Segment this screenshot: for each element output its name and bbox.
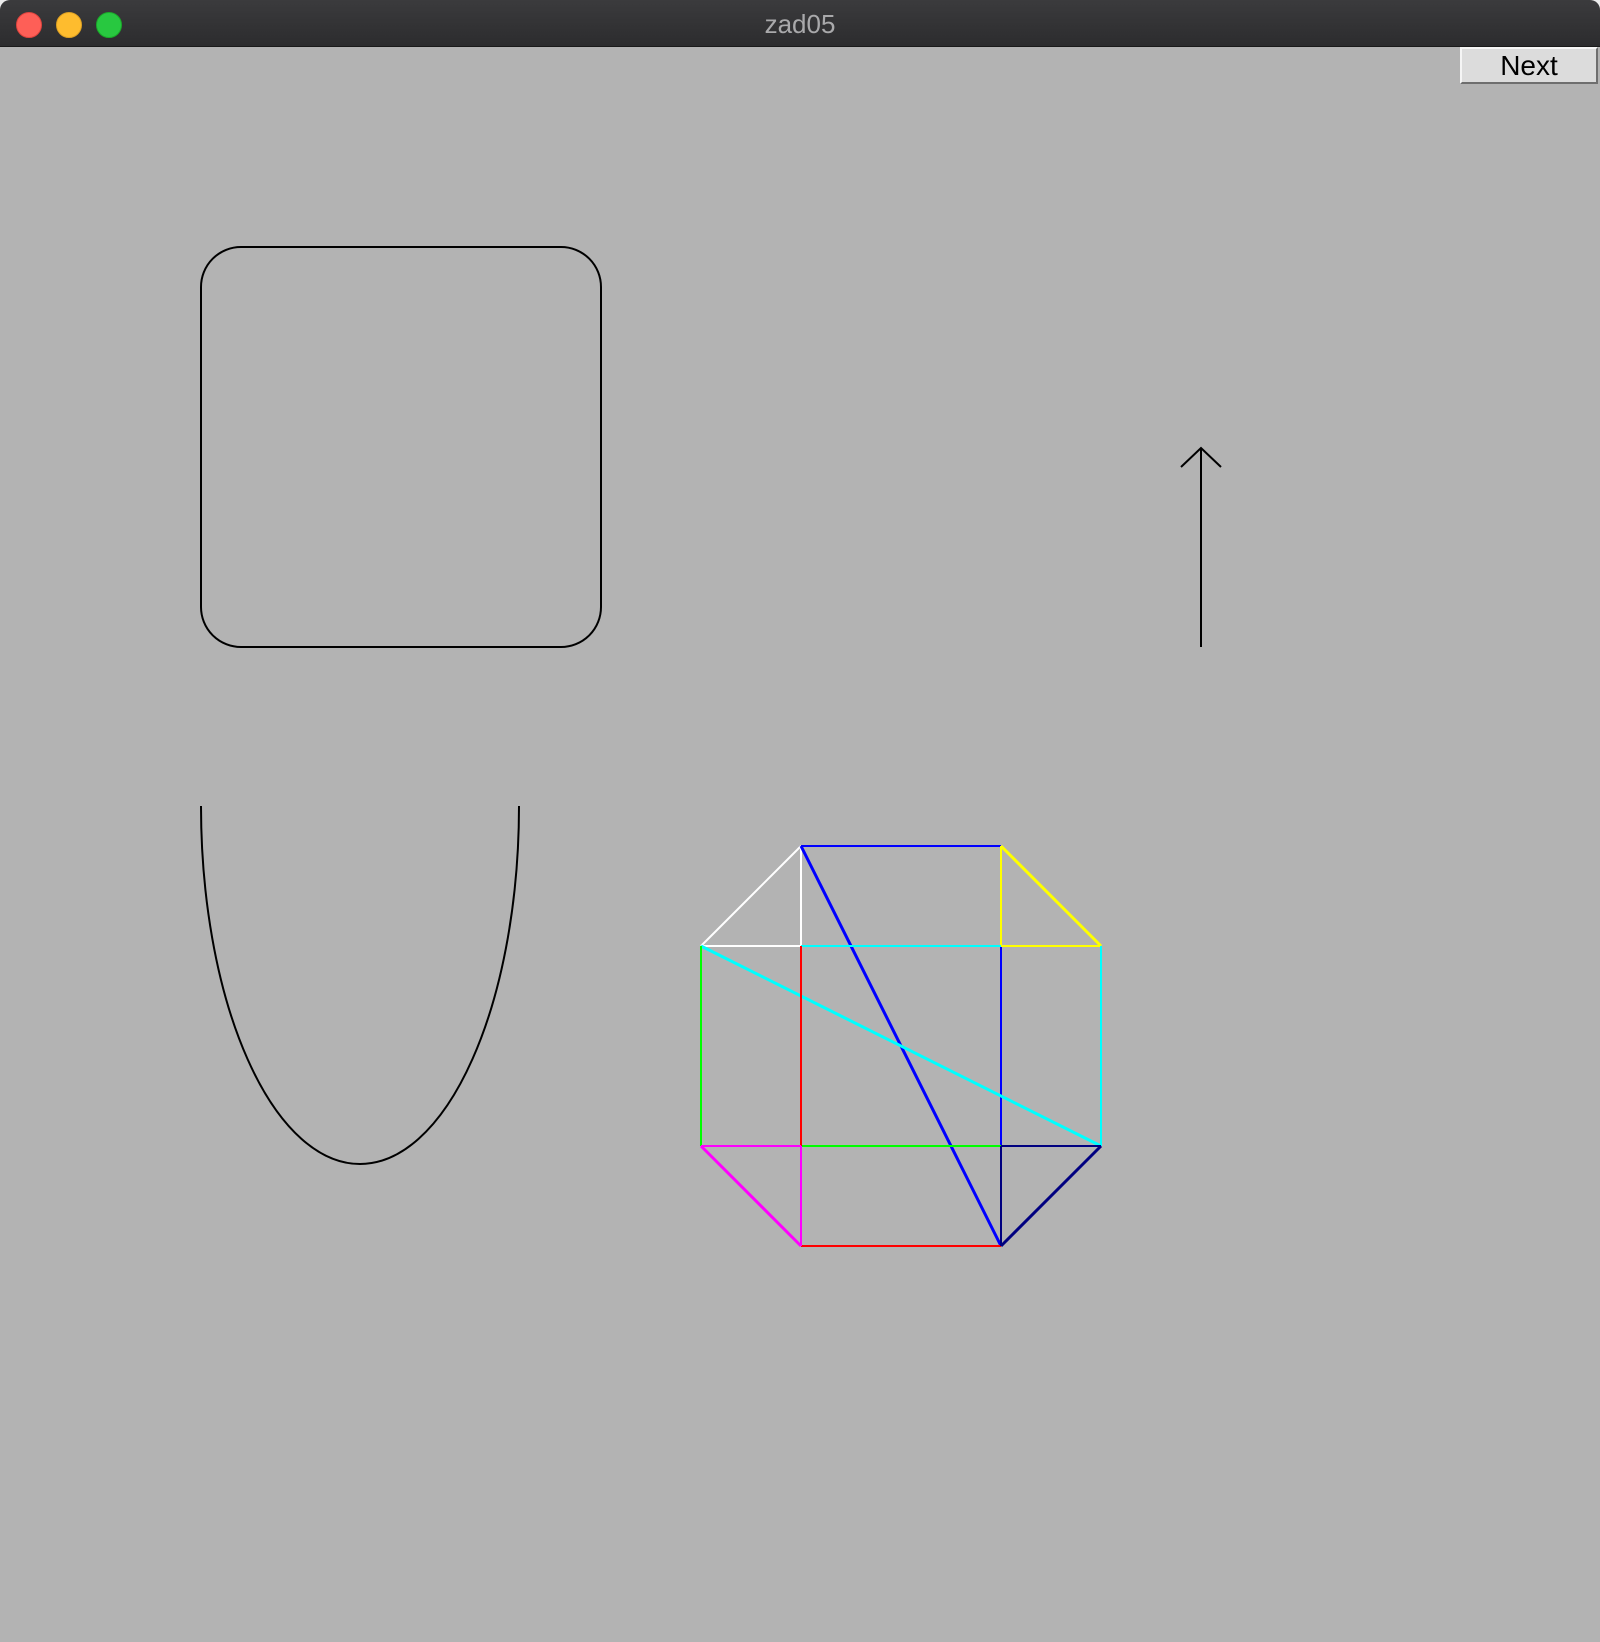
window-title: zad05 bbox=[764, 9, 836, 39]
half-ellipse bbox=[200, 805, 520, 1165]
colored-octagon bbox=[699, 844, 1103, 1248]
app-window: zad05 Next bbox=[0, 0, 1600, 1642]
drawing-canvas bbox=[200, 246, 1222, 1248]
up-arrow bbox=[1180, 446, 1222, 647]
title-bar[interactable]: zad05 bbox=[0, 0, 1600, 47]
rounded-rectangle bbox=[200, 246, 602, 648]
